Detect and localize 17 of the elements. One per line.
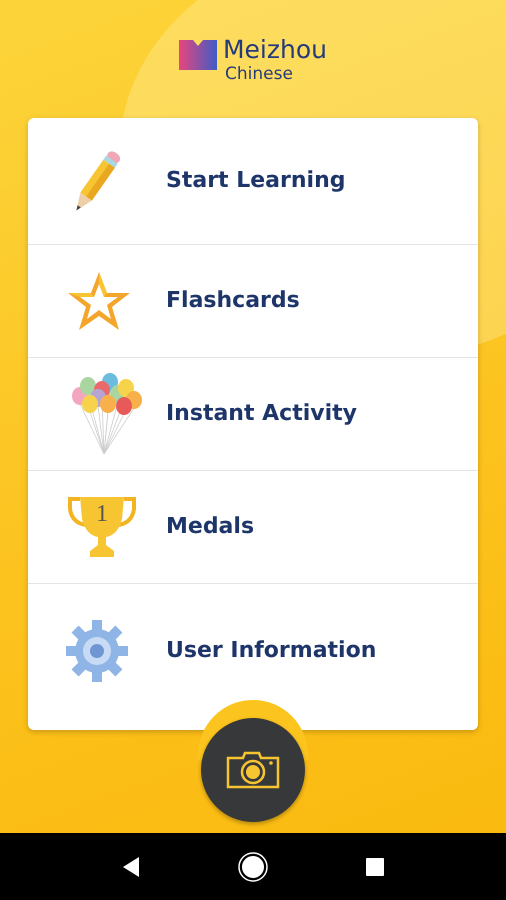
app-title: Meizhou bbox=[222, 36, 327, 64]
camera-button[interactable] bbox=[201, 718, 305, 822]
app-subtitle: Chinese bbox=[224, 64, 294, 84]
book-logo-icon bbox=[178, 38, 217, 72]
home-icon[interactable] bbox=[238, 852, 268, 882]
gear-icon bbox=[66, 620, 128, 682]
menu-item[interactable]: Flashcards bbox=[28, 244, 478, 358]
back-icon[interactable] bbox=[120, 856, 141, 878]
star-icon bbox=[66, 270, 132, 332]
recents-icon[interactable] bbox=[365, 856, 386, 876]
menu-item[interactable]: Instant Activity bbox=[28, 358, 478, 471]
menu-item[interactable]: Start Learning bbox=[28, 118, 478, 245]
trophy-number: 1 bbox=[95, 500, 109, 527]
menu-item[interactable]: User Information bbox=[28, 584, 478, 730]
camera-icon bbox=[225, 750, 281, 790]
menu-item[interactable]: 1 Medals bbox=[28, 470, 478, 584]
trophy-icon bbox=[66, 494, 138, 559]
